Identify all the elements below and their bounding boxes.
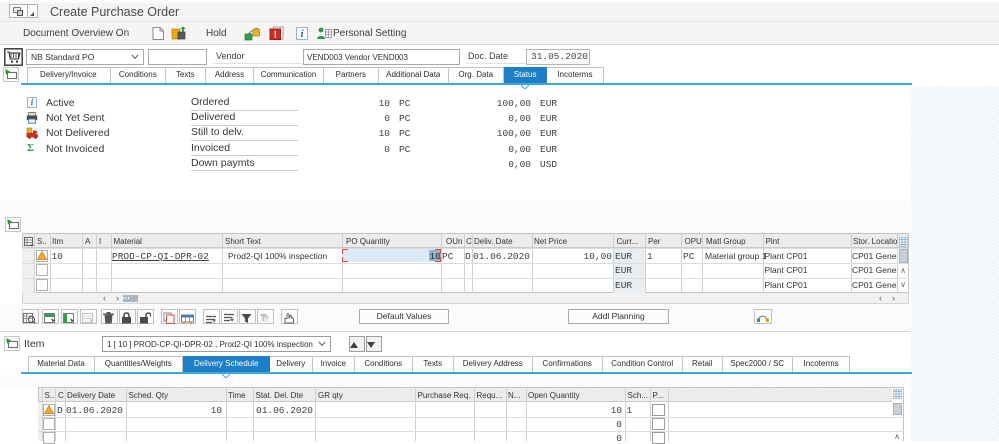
svg-text:!: ! bbox=[274, 29, 277, 39]
